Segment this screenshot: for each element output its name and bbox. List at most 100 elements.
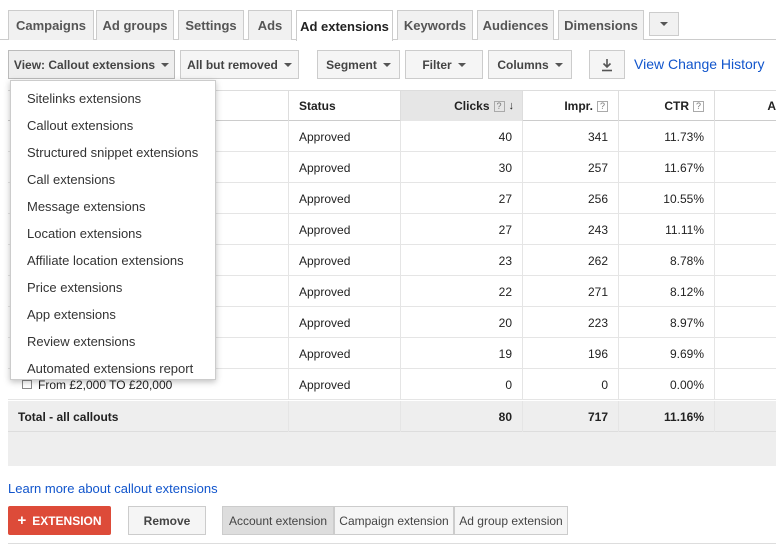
total-more (714, 401, 776, 432)
menu-item-affiliate-location[interactable]: Affiliate location extensions (11, 247, 215, 274)
menu-item-call[interactable]: Call extensions (11, 166, 215, 193)
cell-status: Approved (288, 214, 400, 245)
cell-status: Approved (288, 276, 400, 307)
view-dropdown-button[interactable]: View: Callout extensions (8, 50, 175, 79)
view-change-history-link[interactable]: View Change History (634, 56, 764, 72)
menu-item-sitelinks[interactable]: Sitelinks extensions (11, 85, 215, 112)
header-impr[interactable]: Impr. ? (522, 91, 618, 121)
cell-clicks: 40 (400, 121, 522, 152)
cell-more (714, 121, 776, 152)
help-icon[interactable]: ? (493, 100, 505, 112)
header-ctr-label: CTR (664, 99, 689, 113)
columns-label: Columns (497, 57, 549, 72)
total-impr: 717 (522, 401, 618, 432)
download-button[interactable] (589, 50, 625, 79)
total-status (288, 401, 400, 432)
learn-more-link[interactable]: Learn more about callout extensions (8, 481, 218, 496)
cell-impr: 243 (522, 214, 618, 245)
cell-status: Approved (288, 183, 400, 214)
header-status-label: Status (299, 99, 336, 113)
remove-button[interactable]: Remove (128, 506, 206, 535)
cell-more (714, 183, 776, 214)
header-impr-label: Impr. (564, 99, 593, 113)
cell-impr: 341 (522, 121, 618, 152)
tab-campaigns[interactable]: Campaigns (8, 10, 94, 40)
table-footer-band (8, 432, 776, 466)
total-row: Total - all callouts 80 717 11.16% (8, 401, 776, 432)
view-label: View: Callout extensions (13, 57, 156, 72)
header-more-label: A (767, 99, 776, 113)
more-tabs-button[interactable] (649, 12, 679, 36)
cell-more (714, 214, 776, 245)
cell-more (714, 245, 776, 276)
tab-dimensions[interactable]: Dimensions (558, 10, 644, 40)
cell-status: Approved (288, 245, 400, 276)
cell-more (714, 338, 776, 369)
tab-ad-extensions[interactable]: Ad extensions (296, 10, 393, 41)
cell-clicks: 23 (400, 245, 522, 276)
cell-ctr: 0.00% (618, 369, 714, 400)
menu-item-structured-snippet[interactable]: Structured snippet extensions (11, 139, 215, 166)
cell-ctr: 9.69% (618, 338, 714, 369)
help-icon[interactable]: ? (693, 100, 704, 112)
cell-clicks: 19 (400, 338, 522, 369)
cell-more (714, 276, 776, 307)
cell-impr: 262 (522, 245, 618, 276)
cell-ctr: 10.55% (618, 183, 714, 214)
cell-impr: 257 (522, 152, 618, 183)
cell-impr: 196 (522, 338, 618, 369)
total-label: Total - all callouts (18, 409, 119, 424)
cell-ctr: 11.11% (618, 214, 714, 245)
header-clicks-label: Clicks (454, 99, 490, 113)
header-ctr[interactable]: CTR ? (618, 91, 714, 121)
menu-item-app[interactable]: App extensions (11, 301, 215, 328)
filter-button[interactable]: Filter (405, 50, 483, 79)
segment-ad-group-extension[interactable]: Ad group extension (454, 506, 568, 535)
cell-status: Approved (288, 121, 400, 152)
tab-audiences[interactable]: Audiences (477, 10, 554, 40)
cell-impr: 256 (522, 183, 618, 214)
menu-item-callout[interactable]: Callout extensions (11, 112, 215, 139)
cell-clicks: 27 (400, 183, 522, 214)
tab-ads[interactable]: Ads (248, 10, 292, 40)
caret-down-icon (283, 62, 292, 67)
segment-button[interactable]: Segment (317, 50, 400, 79)
columns-button[interactable]: Columns (488, 50, 572, 79)
cell-clicks: 22 (400, 276, 522, 307)
sort-desc-icon: ↓ (508, 100, 515, 112)
caret-down-icon (382, 62, 391, 67)
segment-account-extension[interactable]: Account extension (222, 506, 334, 535)
tab-settings[interactable]: Settings (178, 10, 244, 40)
menu-item-automated-report[interactable]: Automated extensions report (11, 355, 215, 382)
menu-item-review[interactable]: Review extensions (11, 328, 215, 355)
menu-item-location[interactable]: Location extensions (11, 220, 215, 247)
total-ctr: 11.16% (618, 401, 714, 432)
cell-more (714, 369, 776, 400)
header-status[interactable]: Status (288, 91, 400, 121)
cell-ctr: 8.12% (618, 276, 714, 307)
cell-ctr: 11.67% (618, 152, 714, 183)
cell-ctr: 8.97% (618, 307, 714, 338)
help-icon[interactable]: ? (597, 100, 608, 112)
menu-item-message[interactable]: Message extensions (11, 193, 215, 220)
tab-keywords[interactable]: Keywords (397, 10, 473, 40)
segment-campaign-extension[interactable]: Campaign extension (334, 506, 454, 535)
status-filter-button[interactable]: All but removed (180, 50, 299, 79)
cell-status: Approved (288, 152, 400, 183)
add-extension-label: EXTENSION (32, 513, 102, 528)
cell-status: Approved (288, 307, 400, 338)
header-more[interactable]: A (714, 91, 776, 121)
cell-impr: 271 (522, 276, 618, 307)
tab-bar: Campaigns Ad groups Settings Ads Ad exte… (0, 0, 776, 41)
add-extension-button[interactable]: + EXTENSION (8, 506, 111, 535)
header-clicks[interactable]: Clicks ? ↓ (400, 91, 522, 121)
cell-ctr: 11.73% (618, 121, 714, 152)
total-clicks: 80 (400, 401, 522, 432)
cell-clicks: 30 (400, 152, 522, 183)
cell-impr: 223 (522, 307, 618, 338)
cell-status: Approved (288, 369, 400, 400)
tab-ad-groups[interactable]: Ad groups (96, 10, 174, 40)
menu-item-price[interactable]: Price extensions (11, 274, 215, 301)
download-icon (602, 58, 612, 71)
cell-ctr: 8.78% (618, 245, 714, 276)
